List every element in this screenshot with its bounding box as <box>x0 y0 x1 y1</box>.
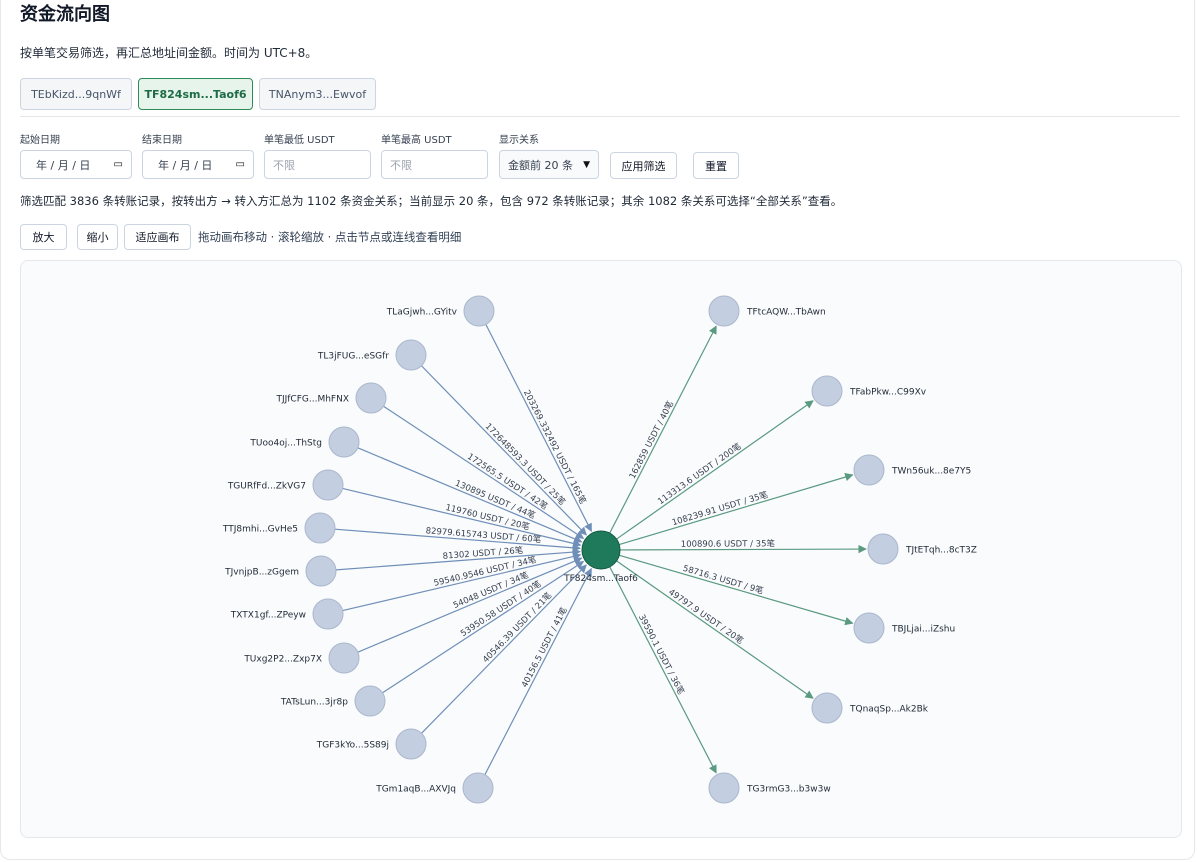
start-date-input[interactable]: 年 / 月 / 日 ▭ <box>20 150 132 179</box>
max-usdt-input[interactable]: 不限 <box>381 150 488 179</box>
inflow-12-node[interactable] <box>462 772 494 804</box>
min-usdt-label: 单笔最低 USDT <box>264 135 335 146</box>
outflow-3-label[interactable]: 108239.91 USDT / 35笔 <box>671 489 770 528</box>
outflow-1-label[interactable]: 162859 USDT / 40笔 <box>627 399 676 481</box>
apply-filter-button[interactable]: 应用筛选 <box>610 152 677 179</box>
outflow-5-address[interactable]: TBJLjai...iZshu <box>891 625 955 635</box>
tab-address-2[interactable]: TF824sm...Taof6 <box>138 78 253 110</box>
start-date-value: 年 / 月 / 日 <box>36 158 91 172</box>
inflow-10-address[interactable]: TATsLun...3jr8p <box>280 698 348 708</box>
chevron-down-icon: ▼ <box>583 159 590 170</box>
end-date-input[interactable]: 年 / 月 / 日 ▭ <box>142 150 254 179</box>
relation-select[interactable]: 金额前 20 条 ▼ <box>499 150 599 179</box>
center-node[interactable] <box>581 530 621 570</box>
inflow-3-address[interactable]: TJJfCFG...MhFNX <box>275 395 349 405</box>
outflow-7-address[interactable]: TG3rmG3...b3w3w <box>746 785 831 795</box>
filter-summary: 筛选匹配 3836 条转账记录，按转出方 → 转入方汇总为 1102 条资金关系… <box>20 194 843 208</box>
relation-select-value: 金额前 20 条 <box>508 158 573 172</box>
min-usdt-input[interactable]: 不限 <box>264 150 371 179</box>
outflow-6-node[interactable] <box>811 692 843 724</box>
page-title: 资金流向图 <box>20 4 110 25</box>
tab-address-1[interactable]: TEbKizd...9qnWf <box>20 78 132 110</box>
start-date-label: 起始日期 <box>20 135 60 146</box>
inflow-12-address[interactable]: TGm1aqB...AXVJq <box>375 785 456 795</box>
outflow-6-label[interactable]: 49797.9 USDT / 20笔 <box>666 587 745 647</box>
outflow-2-label[interactable]: 113313.6 USDT / 200笔 <box>656 440 744 507</box>
zoom-out-button[interactable]: 缩小 <box>77 224 118 250</box>
inflow-7-node[interactable] <box>305 555 337 587</box>
outflow-5-node[interactable] <box>853 612 885 644</box>
outflow-5-label[interactable]: 58716.3 USDT / 9笔 <box>682 563 766 597</box>
inflow-6-address[interactable]: TTJ8mhi...GvHe5 <box>222 525 298 535</box>
inflow-5-node[interactable] <box>312 469 344 501</box>
inflow-8-address[interactable]: TXTX1gf...ZPeyw <box>230 611 306 621</box>
outflow-2-node[interactable] <box>811 375 843 407</box>
inflow-1-node[interactable] <box>463 295 495 327</box>
inflow-8-node[interactable] <box>312 598 344 630</box>
zoom-in-button[interactable]: 放大 <box>20 224 67 250</box>
max-usdt-placeholder: 不限 <box>390 158 412 172</box>
flow-graph-canvas[interactable]: 203269.332492 USDT / 165笔 172648593.3 USD… <box>20 260 1182 838</box>
inflow-3-node[interactable] <box>355 382 387 414</box>
outflow-3-address[interactable]: TWn56uk...8e7Y5 <box>891 467 971 477</box>
inflow-11-node[interactable] <box>395 728 427 760</box>
calendar-icon: ▭ <box>235 159 245 170</box>
outflow-4-label[interactable]: 100890.6 USDT / 35笔 <box>681 538 776 549</box>
inflow-9-node[interactable] <box>328 642 360 674</box>
end-date-label: 结束日期 <box>142 135 182 146</box>
max-usdt-label: 单笔最高 USDT <box>381 135 452 146</box>
outflow-4-node[interactable] <box>867 533 899 565</box>
divider <box>20 116 1180 117</box>
outflow-1-address[interactable]: TFtcAQW...TbAwn <box>746 308 826 318</box>
page-subtitle: 按单笔交易筛选，再汇总地址间金额。时间为 UTC+8。 <box>20 46 318 60</box>
outflow-3-node[interactable] <box>853 454 885 486</box>
outflow-2-address[interactable]: TFabPkw...C99Xv <box>849 388 927 398</box>
relation-label: 显示关系 <box>499 135 539 146</box>
inflow-7-address[interactable]: TJvnjpB...zGgem <box>224 568 299 578</box>
inflow-5-address[interactable]: TGURfFd...ZkVG7 <box>227 482 306 492</box>
inflow-9-address[interactable]: TUxg2P2...Zxp7X <box>243 655 322 665</box>
inflow-4-address[interactable]: TUoo4oj...ThStg <box>249 439 322 449</box>
fit-canvas-button[interactable]: 适应画布 <box>124 224 191 250</box>
outflow-1-node[interactable] <box>708 295 740 327</box>
inflow-4-node[interactable] <box>328 426 360 458</box>
end-date-value: 年 / 月 / 日 <box>158 158 213 172</box>
inflow-2-address[interactable]: TL3jFUG...eSGfr <box>317 352 389 362</box>
inflow-10-node[interactable] <box>354 685 386 717</box>
outflow-7-edge[interactable] <box>609 566 717 774</box>
inflow-11-address[interactable]: TGF3kYo...5S89j <box>316 741 389 751</box>
reset-button[interactable]: 重置 <box>693 152 739 179</box>
address-tabs: TEbKizd...9qnWf TF824sm...Taof6 TNAnym3.… <box>20 78 376 110</box>
outflow-6-address[interactable]: TQnaqSp...Ak2Bk <box>849 705 929 715</box>
calendar-icon: ▭ <box>113 159 123 170</box>
outflow-4-address[interactable]: TJtETqh...8cT3Z <box>905 546 977 556</box>
min-usdt-placeholder: 不限 <box>273 158 295 172</box>
canvas-hint: 拖动画布移动 · 滚轮缩放 · 点击节点或连线查看明细 <box>198 230 462 244</box>
inflow-1-address[interactable]: TLaGjwh...GYitv <box>386 308 458 318</box>
inflow-6-node[interactable] <box>304 512 336 544</box>
center-node-address[interactable]: TF824sm...Taof6 <box>563 574 638 584</box>
flow-graph-svg[interactable]: 203269.332492 USDT / 165笔172648593.3 USD… <box>21 261 1182 838</box>
tab-address-3[interactable]: TNAnym3...Ewvof <box>259 78 376 110</box>
inflow-2-node[interactable] <box>395 339 427 371</box>
outflow-7-label[interactable]: 39590.1 USDT / 36笔 <box>636 613 687 697</box>
outflow-7-node[interactable] <box>708 772 740 804</box>
